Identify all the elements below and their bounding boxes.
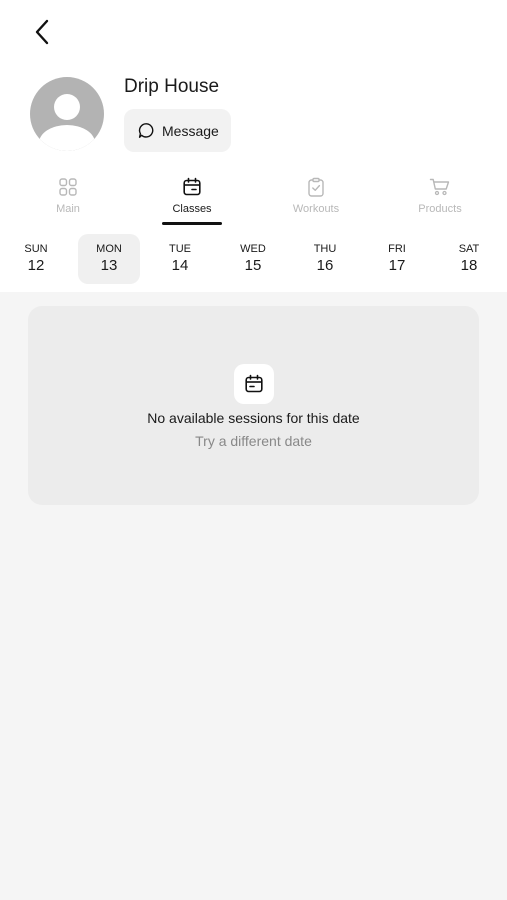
day-date: 18 bbox=[460, 257, 478, 274]
profile-name: Drip House bbox=[124, 76, 220, 97]
day-mon[interactable]: MON 13 bbox=[78, 234, 140, 284]
chevron-left-icon bbox=[35, 19, 49, 45]
day-date: 16 bbox=[316, 257, 334, 274]
date-selector: SUN 12 MON 13 TUE 14 WED 15 THU 16 FRI 1… bbox=[0, 234, 507, 284]
tab-classes[interactable]: Classes bbox=[161, 170, 223, 226]
day-date: 13 bbox=[100, 257, 118, 274]
calendar-icon bbox=[183, 177, 201, 196]
day-date: 15 bbox=[244, 257, 262, 274]
back-button[interactable] bbox=[28, 18, 56, 46]
tab-main-label: Main bbox=[56, 203, 80, 215]
day-name: MON bbox=[96, 243, 122, 255]
message-button-label: Message bbox=[162, 122, 219, 139]
day-name: SUN bbox=[24, 243, 48, 255]
day-name: TUE bbox=[169, 243, 191, 255]
empty-state-card: No available sessions for this date Try … bbox=[28, 306, 479, 505]
tab-classes-label: Classes bbox=[172, 203, 212, 215]
day-name: FRI bbox=[388, 243, 406, 255]
tab-products[interactable]: Products bbox=[409, 170, 471, 226]
day-wed[interactable]: WED 15 bbox=[222, 234, 284, 284]
header-area: Drip House Message Main Classes Workouts… bbox=[0, 0, 507, 292]
day-date: 17 bbox=[388, 257, 406, 274]
message-button[interactable]: Message bbox=[124, 109, 231, 152]
user-placeholder-icon bbox=[39, 94, 95, 151]
day-name: THU bbox=[313, 243, 337, 255]
empty-state-subtitle: Try a different date bbox=[195, 433, 312, 449]
calendar-icon bbox=[245, 374, 263, 393]
day-fri[interactable]: FRI 17 bbox=[366, 234, 428, 284]
day-date: 12 bbox=[27, 257, 45, 274]
grid-icon bbox=[59, 178, 77, 196]
day-thu[interactable]: THU 16 bbox=[294, 234, 356, 284]
day-sat[interactable]: SAT 18 bbox=[438, 234, 500, 284]
clipboard-check-icon bbox=[308, 177, 324, 197]
tab-products-label: Products bbox=[418, 203, 462, 215]
day-name: WED bbox=[240, 243, 266, 255]
chat-bubble-icon bbox=[138, 123, 154, 138]
active-tab-indicator bbox=[162, 222, 222, 225]
day-date: 14 bbox=[171, 257, 189, 274]
day-sun[interactable]: SUN 12 bbox=[5, 234, 67, 284]
tab-workouts-label: Workouts bbox=[292, 203, 340, 215]
day-name: SAT bbox=[458, 243, 480, 255]
tab-workouts[interactable]: Workouts bbox=[285, 170, 347, 226]
avatar bbox=[30, 77, 104, 151]
tab-main[interactable]: Main bbox=[38, 170, 98, 226]
empty-state-title: No available sessions for this date bbox=[147, 410, 360, 426]
profile-tabs: Main Classes Workouts Products bbox=[0, 170, 507, 228]
cart-icon bbox=[429, 178, 450, 196]
day-tue[interactable]: TUE 14 bbox=[149, 234, 211, 284]
empty-state-badge bbox=[234, 364, 274, 404]
